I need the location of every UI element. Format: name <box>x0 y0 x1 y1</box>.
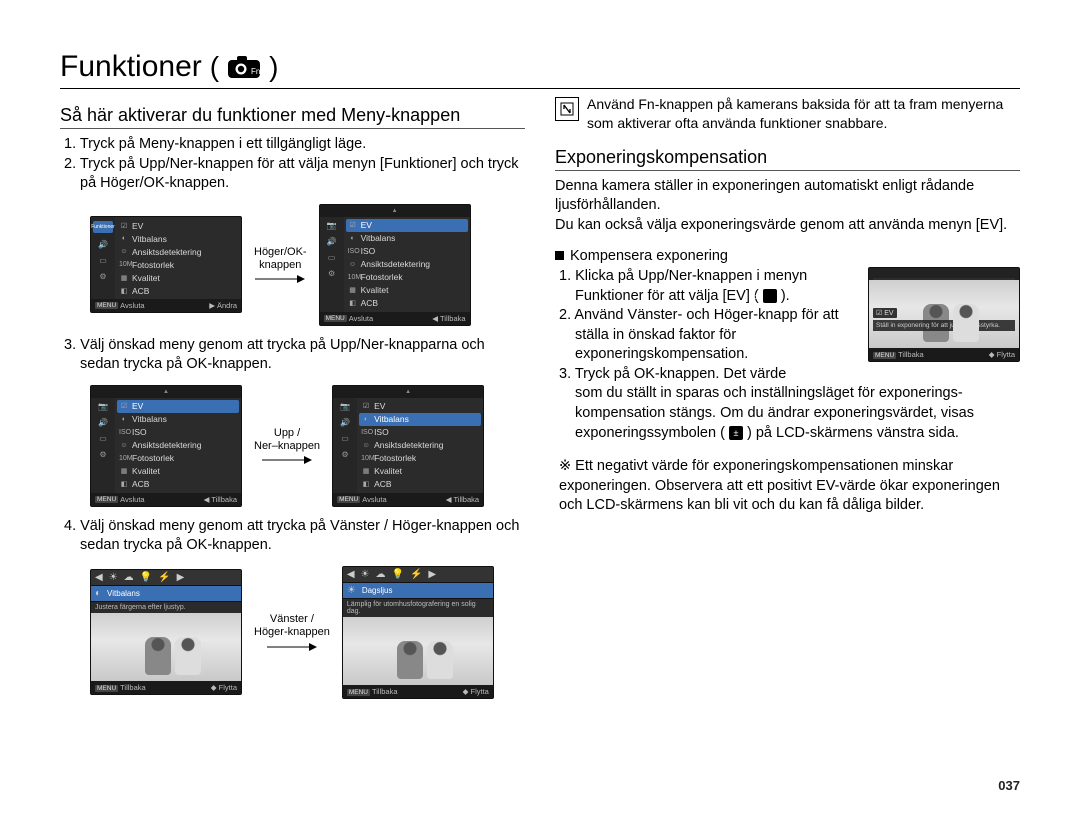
right-para-1: Denna kamera ställer in exponeringen aut… <box>555 177 1020 216</box>
right-note: ※ Ett negativt värde för exponeringskomp… <box>555 457 1020 516</box>
side-icon-settings: ⚙ <box>96 271 110 281</box>
side-icon-settings2: ⚙ <box>325 269 339 279</box>
ev-photo-screenshot: -2-10+1+2 ☑ EV Ställ in exponering för a… <box>868 267 1020 362</box>
ev-icon: ± <box>763 289 777 303</box>
side-icon-sound2: 🔊 <box>325 237 339 247</box>
paren-close: ) <box>269 51 278 83</box>
arrow-2: Upp / Ner–knappen <box>254 427 320 465</box>
camera-fn-icon: Fn <box>227 55 261 79</box>
right-step-3a: 3. Tryck på OK-knappen. Det värde <box>555 365 850 385</box>
arrow-1: Höger/OK- knappen <box>254 246 307 284</box>
left-column: Så här aktiverar du funktioner med Meny-… <box>60 95 525 709</box>
photo-screenshot-2: ◀☀☁💡⚡▶ ☀Dagsljus Lämplig för utomhusfoto… <box>342 566 494 699</box>
menu-screenshot-4: 📷🔊▭⚙ ☑EV ◐Vitbalans ISOISO ☺Ansiktsdetek… <box>332 385 484 507</box>
right-column: Använd Fn-knappen på kamerans baksida fö… <box>555 95 1020 709</box>
svg-text:Fn: Fn <box>251 67 260 76</box>
arrow-1-label: Höger/OK- knappen <box>254 246 307 272</box>
ev-icon-2: ± <box>729 426 743 440</box>
right-heading: Exponeringskompensation <box>555 147 1020 171</box>
left-heading: Så här aktiverar du funktioner med Meny-… <box>60 105 525 129</box>
step-2: 2. Tryck på Upp/Ner-knappen för att välj… <box>60 155 525 194</box>
side-icon-sound: 🔊 <box>96 239 110 249</box>
right-subheading: Kompensera exponering <box>555 247 1020 267</box>
figure-row-2: 📷🔊▭⚙ ☑EV ◐Vitbalans ISOISO ☺Ansiktsdetek… <box>90 385 525 507</box>
callout-text: Använd Fn-knappen på kamerans baksida fö… <box>587 95 1020 133</box>
side-icon-display: ▭ <box>96 255 110 265</box>
right-step-1: 1. Klicka på Upp/Ner-knappen i menyn Fun… <box>555 267 850 306</box>
right-step-3b: som du ställt in sparas och inställnings… <box>555 384 1020 443</box>
menu-screenshot-3: 📷🔊▭⚙ ☑EV ◐Vitbalans ISOISO ☺Ansiktsdetek… <box>90 385 242 507</box>
page-number: 037 <box>998 778 1020 793</box>
callout-box: Använd Fn-knappen på kamerans baksida fö… <box>555 95 1020 133</box>
step-1: 1. Tryck på Meny-knappen i ett tillgängl… <box>60 135 525 155</box>
menu-screenshot-2: 📷 🔊 ▭ ⚙ ☑EV ◐Vitbalans ISOISO ☺Ansiktsde… <box>319 204 471 326</box>
step-4: 4. Välj önskad meny genom att trycka på … <box>60 517 525 556</box>
right-para-2: Du kan också välja exponeringsvärde geno… <box>555 216 1020 236</box>
arrow-3: Vänster / Höger-knappen <box>254 613 330 651</box>
page-title: Funktioner <box>60 50 202 84</box>
figure-row-3: ◀☀☁💡⚡▶ ◐Vitbalans Justera färgerna efter… <box>90 566 525 699</box>
note-icon <box>555 97 579 121</box>
side-icon-display2: ▭ <box>325 253 339 263</box>
right-step-2: 2. Använd Vänster- och Höger-knapp för a… <box>555 306 850 365</box>
menu-screenshot-1: Funktioner 🔊 ▭ ⚙ ☑EV ◐Vitbalans ☺Ansikts… <box>90 216 242 313</box>
side-icon-fn2: 📷 <box>325 221 339 231</box>
photo-screenshot-1: ◀☀☁💡⚡▶ ◐Vitbalans Justera färgerna efter… <box>90 569 242 695</box>
page-title-row: Funktioner ( Fn ) <box>60 50 1020 89</box>
paren-open: ( <box>210 51 219 83</box>
figure-row-1: Funktioner 🔊 ▭ ⚙ ☑EV ◐Vitbalans ☺Ansikts… <box>90 204 525 326</box>
step-3: 3. Välj önskad meny genom att trycka på … <box>60 336 525 375</box>
side-icon-fn: Funktioner <box>93 221 113 233</box>
